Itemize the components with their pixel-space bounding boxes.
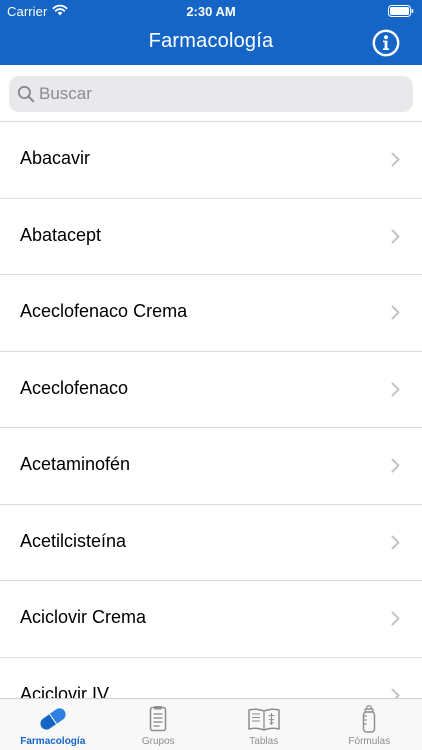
list-item[interactable]: Acetilcisteína (0, 504, 422, 581)
chevron-right-icon (391, 458, 400, 473)
tab-grupos[interactable]: Grupos (106, 699, 212, 750)
capsule-icon (40, 708, 66, 730)
tab-label: Fórmulas (348, 736, 391, 747)
chevron-right-icon (391, 688, 400, 698)
tab-tablas[interactable]: Tablas (211, 699, 317, 750)
list-item-label: Aciclovir IV (20, 683, 110, 699)
list-item-label: Aciclovir Crema (20, 607, 147, 627)
book-icon (248, 708, 280, 731)
list-item[interactable]: Abatacept (0, 198, 422, 275)
chevron-right-icon (391, 305, 400, 320)
chevron-right-icon (391, 152, 400, 167)
tab-label: Farmacología (20, 736, 86, 747)
list-item[interactable]: Aceclofenaco (0, 351, 422, 428)
app-screen: Carrier 2:30 AM Farmacología Buscar Abac… (0, 0, 422, 750)
search-field[interactable] (9, 76, 413, 112)
tab-formulas[interactable]: Fórmulas (317, 699, 422, 750)
chevron-right-icon (391, 229, 400, 243)
list-item-label: Acetaminofén (20, 454, 131, 474)
tab-label: Tablas (249, 736, 279, 747)
status-bar: Carrier 2:30 AM (0, 0, 422, 22)
list-item[interactable]: Aciclovir Crema (0, 581, 422, 658)
baby-bottle-icon (363, 705, 376, 733)
list-item-label: Aceclofenaco (20, 377, 129, 398)
list-item-label: Aceclofenaco Crema (20, 301, 188, 321)
info-icon[interactable] (372, 29, 400, 57)
list-item[interactable]: Aciclovir IV (0, 657, 422, 699)
tab-farmacologia[interactable]: Farmacología (0, 699, 106, 750)
list-item-label: Abacavir (20, 148, 91, 168)
page-title: Farmacología (148, 30, 274, 52)
status-time: 2:30 AM (186, 4, 236, 19)
list-item[interactable]: Acetaminofén (0, 428, 422, 505)
tab-bar: Farmacología Grupos Tablas Fórmulas (0, 698, 422, 750)
list-item[interactable]: Aceclofenaco Crema (0, 275, 422, 352)
list-item[interactable]: Abacavir (0, 122, 422, 199)
clipboard-icon (149, 706, 167, 732)
search-bar (0, 65, 422, 122)
chevron-right-icon (391, 611, 400, 626)
list-item-label: Acetilcisteína (20, 530, 127, 551)
chevron-right-icon (391, 382, 400, 396)
search-icon (17, 85, 35, 103)
navigation-header: Carrier 2:30 AM Farmacología (0, 0, 422, 65)
tab-label: Grupos (141, 736, 175, 747)
chevron-right-icon (391, 535, 400, 549)
drug-list: Abacavir Abatacept Aceclofenaco Crema Ac… (0, 122, 422, 698)
list-item-label: Abatacept (20, 224, 102, 245)
battery-icon (388, 5, 414, 17)
search-input[interactable] (39, 76, 399, 112)
